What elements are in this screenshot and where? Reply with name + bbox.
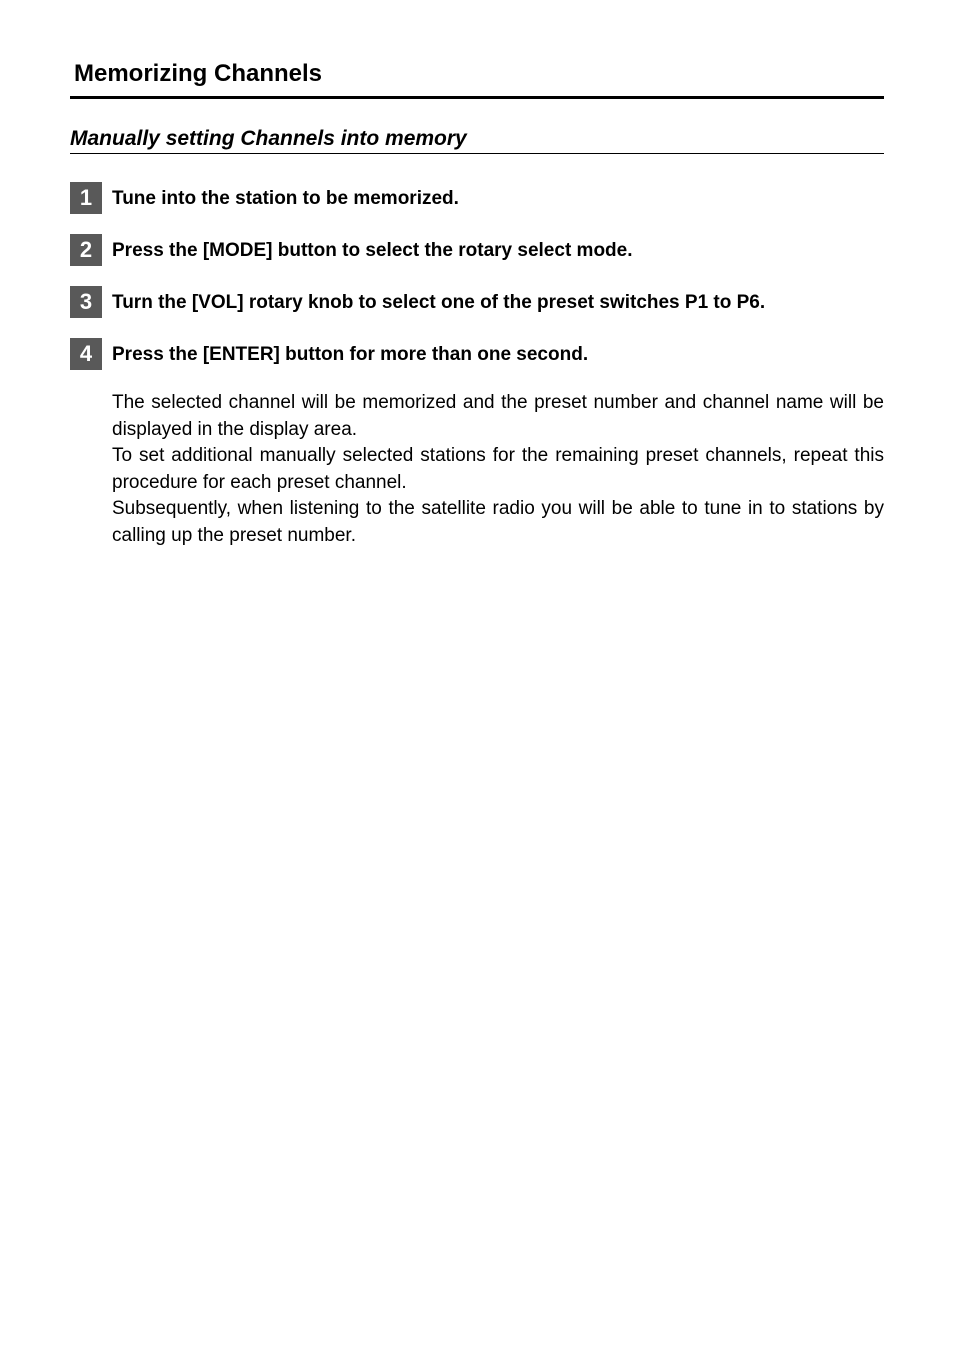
description-para-2: To set additional manually selected stat…: [112, 443, 884, 496]
description-para-3: Subsequently, when listening to the sate…: [112, 496, 884, 549]
step-number-badge: 1: [70, 182, 102, 214]
description-para-1: The selected channel will be memorized a…: [112, 390, 884, 443]
step-number-badge: 4: [70, 338, 102, 370]
section-title: Memorizing Channels: [70, 60, 884, 88]
step-text: Tune into the station to be memorized.: [112, 182, 459, 213]
description-block: The selected channel will be memorized a…: [112, 390, 884, 550]
step-text: Press the [MODE] button to select the ro…: [112, 234, 633, 265]
step-2: 2 Press the [MODE] button to select the …: [70, 234, 884, 266]
title-underline: [70, 96, 884, 99]
step-4: 4 Press the [ENTER] button for more than…: [70, 338, 884, 370]
step-1: 1 Tune into the station to be memorized.: [70, 182, 884, 214]
step-number-badge: 3: [70, 286, 102, 318]
subsection-title: Manually setting Channels into memory: [70, 127, 884, 151]
step-3: 3 Turn the [VOL] rotary knob to select o…: [70, 286, 884, 318]
subtitle-underline: [70, 153, 884, 154]
step-number-badge: 2: [70, 234, 102, 266]
step-text: Turn the [VOL] rotary knob to select one…: [112, 286, 765, 317]
step-text: Press the [ENTER] button for more than o…: [112, 338, 588, 369]
